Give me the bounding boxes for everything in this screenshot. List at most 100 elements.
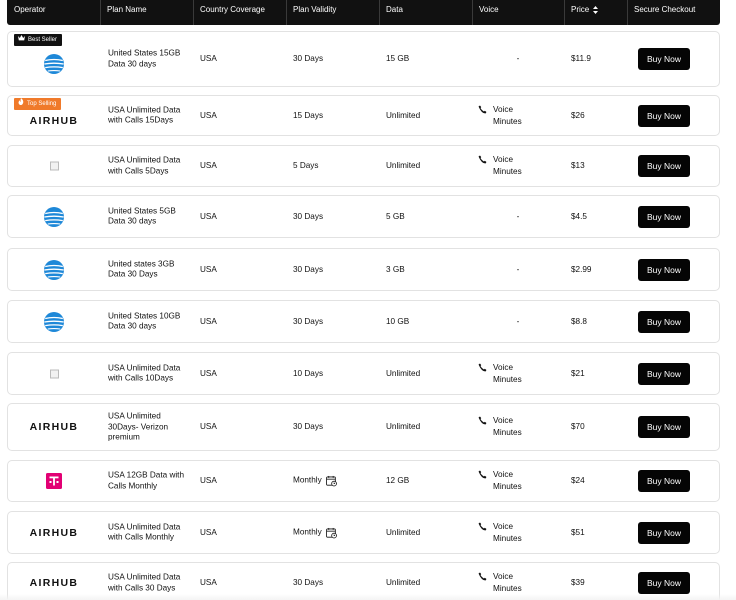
price: $4.5 xyxy=(571,211,587,221)
plan-validity-text: 30 Days xyxy=(293,577,324,587)
buy-now-button[interactable]: Buy Now xyxy=(638,155,690,177)
header-data-label: Data xyxy=(386,5,403,14)
sort-icon[interactable] xyxy=(593,5,599,14)
plan-validity: 5 Days xyxy=(293,161,318,172)
data-amount: 15 GB xyxy=(386,53,410,63)
att-logo xyxy=(8,206,100,228)
calendar-clock-icon xyxy=(322,527,337,538)
broken-image-icon xyxy=(8,161,100,171)
country-coverage: USA xyxy=(200,577,217,587)
plan-name: USA Unlimited Data with Calls 10Days xyxy=(108,363,181,383)
voice-minutes: Voice Minutes xyxy=(478,154,558,178)
plan-validity-text: 15 Days xyxy=(293,110,324,120)
header-plan-validity-label: Plan Validity xyxy=(293,5,337,14)
header-data: Data xyxy=(379,0,403,25)
country-coverage: USA xyxy=(200,316,217,326)
buy-now-button[interactable]: Buy Now xyxy=(638,310,690,333)
plan-validity: 30 Days xyxy=(293,264,323,275)
country-coverage: USA xyxy=(200,211,217,221)
badge-label: Best Seller xyxy=(28,37,58,43)
voice-none: - xyxy=(516,211,520,221)
airhub-logo-text: AIRHUB xyxy=(29,526,79,539)
voice-minutes: Voice Minutes xyxy=(478,571,558,595)
voice-minutes: Voice Minutes xyxy=(478,362,558,386)
buy-now-button[interactable]: Buy Now xyxy=(638,48,690,70)
airhub-logo: AIRHUB xyxy=(8,115,100,127)
buy-now-button[interactable]: Buy Now xyxy=(638,572,690,594)
plan-name: USA Unlimited 30Days- Verizon premium xyxy=(108,411,169,442)
plan-name: USA Unlimited Data with Calls 30 Days xyxy=(108,572,181,593)
header-price[interactable]: Price xyxy=(564,0,599,25)
phone-icon xyxy=(478,415,487,425)
buy-now-button[interactable]: Buy Now xyxy=(638,258,690,281)
price: $8.8 xyxy=(571,316,587,326)
buy-now-button[interactable]: Buy Now xyxy=(638,205,690,228)
plan-name: USA 12GB Data with Calls Monthly xyxy=(108,470,184,491)
buy-now-button[interactable]: Buy Now xyxy=(638,521,690,544)
best-seller-badge: Best Seller xyxy=(14,34,63,46)
plan-row: USA Unlimited Data with Calls 10Days USA 1… xyxy=(7,352,720,395)
phone-icon xyxy=(478,571,487,581)
voice-minutes-label: Voice Minutes xyxy=(493,362,522,384)
airhub-logo-text: AIRHUB xyxy=(29,577,79,589)
plan-validity-text: 30 Days xyxy=(293,316,324,326)
phone-icon xyxy=(478,362,487,372)
country-coverage: USA xyxy=(200,160,217,170)
plan-row: AIRHUB USA Unlimited Data with Calls Mont… xyxy=(7,511,720,554)
header-plan-validity: Plan Validity xyxy=(286,0,336,25)
buy-now-button[interactable]: Buy Now xyxy=(638,362,690,385)
buy-now-button[interactable]: Buy Now xyxy=(638,470,690,492)
phone-icon xyxy=(478,521,487,531)
header-secure-checkout-label: Secure Checkout xyxy=(634,5,696,14)
airhub-logo: AIRHUB xyxy=(8,577,100,589)
plan-validity: 30 Days xyxy=(293,578,323,589)
header-plan-name: Plan Name xyxy=(100,0,147,25)
plan-row: USA 12GB Data with Calls Monthly USA Month… xyxy=(7,460,720,502)
header-operator-label: Operator xyxy=(14,5,46,14)
voice-minutes-label: Voice Minutes xyxy=(493,470,522,491)
voice-none: - xyxy=(516,316,520,326)
price: $11.9 xyxy=(571,53,591,63)
plan-name: United States 5GB Data 30 days xyxy=(108,206,176,226)
buy-now-button[interactable]: Buy Now xyxy=(638,104,690,127)
plan-validity: Monthly xyxy=(293,527,337,538)
price: $70 xyxy=(571,421,585,431)
data-amount: Unlimited xyxy=(386,368,421,378)
data-amount: Unlimited xyxy=(386,577,421,587)
plan-row: AIRHUB USA Unlimited 30Days- Verizon prem… xyxy=(7,403,720,451)
plan-validity: 30 Days xyxy=(293,422,323,433)
data-amount: 10 GB xyxy=(386,316,410,326)
price: $24 xyxy=(571,475,585,485)
airhub-logo: AIRHUB xyxy=(8,527,100,539)
voice-minutes: Voice Minutes xyxy=(478,104,558,128)
price: $39 xyxy=(571,577,585,587)
plan-name: USA Unlimited Data with Calls 15Days xyxy=(108,105,181,125)
country-coverage: USA xyxy=(200,368,217,378)
data-amount: 3 GB xyxy=(386,264,405,274)
country-coverage: USA xyxy=(200,475,217,485)
plan-validity: 30 Days xyxy=(293,316,323,327)
plan-name: United states 3GB Data 30 Days xyxy=(108,259,175,279)
att-logo xyxy=(8,259,100,281)
data-amount: Unlimited xyxy=(386,527,421,537)
att-logo xyxy=(8,53,100,75)
data-amount: 5 GB xyxy=(386,211,405,221)
flame-icon xyxy=(18,98,24,110)
price: $2.99 xyxy=(571,264,592,274)
plan-validity-text: 30 Days xyxy=(293,421,324,431)
voice-none: - xyxy=(516,53,520,63)
broken-image-icon xyxy=(8,369,100,378)
tmobile-logo xyxy=(8,473,100,489)
plan-validity-text: 30 Days xyxy=(293,264,324,274)
header-secure-checkout: Secure Checkout xyxy=(627,0,695,25)
buy-now-button[interactable]: Buy Now xyxy=(638,416,690,438)
top-selling-badge: Top Selling xyxy=(14,98,62,110)
header-country-coverage: Country Coverage xyxy=(193,0,265,25)
plan-validity-text: 30 Days xyxy=(293,53,324,63)
plan-validity: 30 Days xyxy=(293,54,323,65)
plan-row: United states 3GB Data 30 Days USA 30 Days… xyxy=(7,248,720,291)
airhub-logo: AIRHUB xyxy=(8,421,100,433)
plan-validity: 15 Days xyxy=(293,110,323,121)
price: $26 xyxy=(571,110,585,120)
broken-image-placeholder xyxy=(49,369,59,378)
